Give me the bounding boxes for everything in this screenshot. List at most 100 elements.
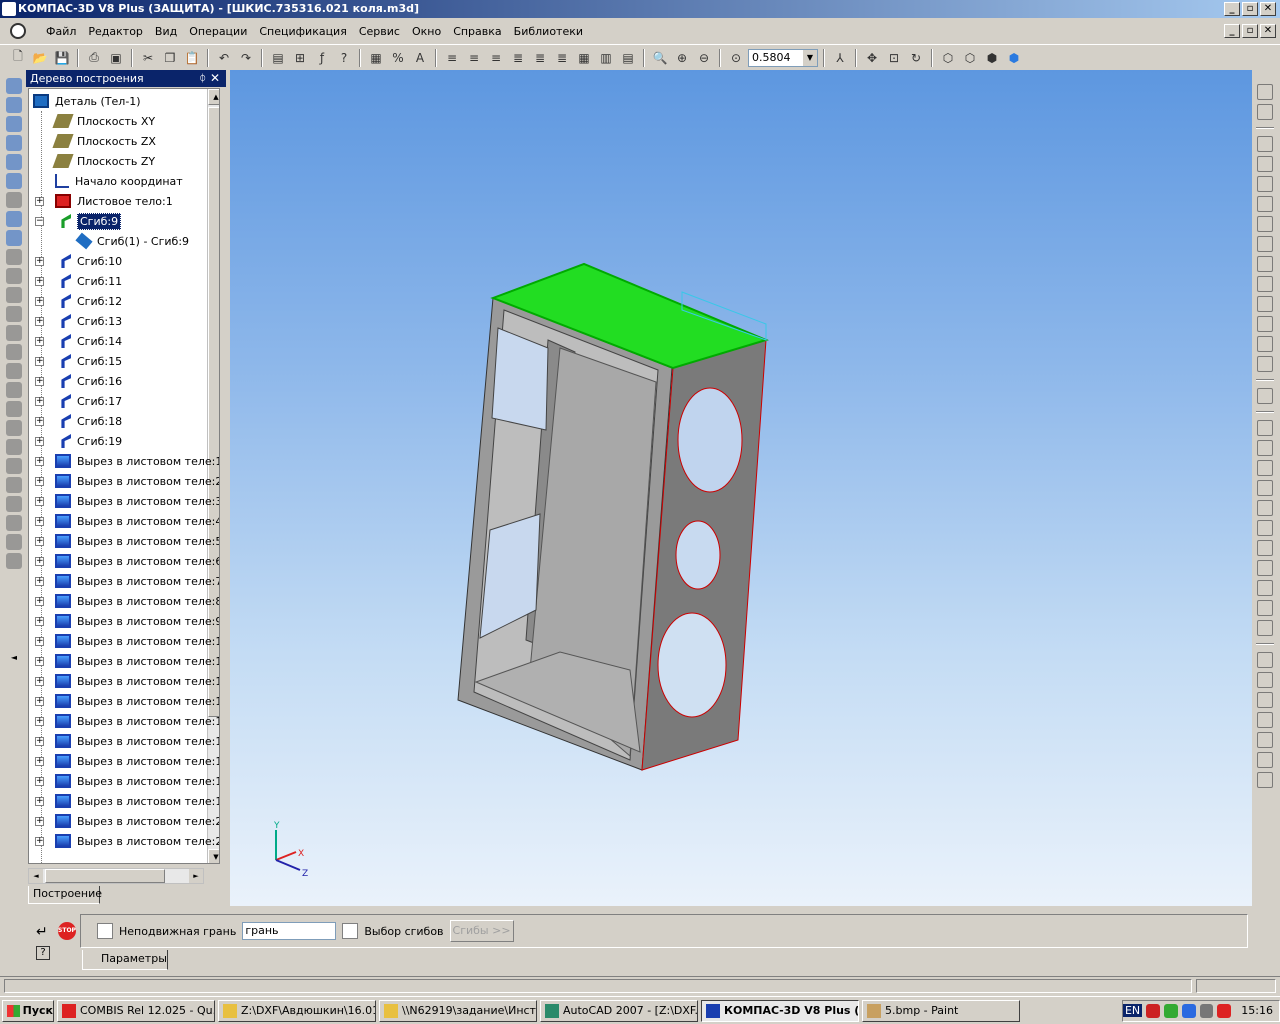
tab-construction[interactable]: Построение: [28, 886, 102, 904]
expand-icon[interactable]: +: [35, 436, 44, 446]
expand-icon[interactable]: +: [35, 276, 44, 286]
measure-icon[interactable]: %: [388, 48, 408, 68]
tree-item[interactable]: + Сгиб:10: [35, 251, 122, 271]
tool-sheetmetal-icon[interactable]: [6, 230, 22, 246]
sketch-rect-icon[interactable]: [1257, 296, 1273, 312]
tool-scale-icon[interactable]: [1257, 480, 1273, 496]
minimize-button[interactable]: _: [1224, 2, 1240, 16]
tree-item[interactable]: + Вырез в листовом теле:1: [35, 731, 219, 751]
zoom-scale-input[interactable]: 0.5804 ▼: [748, 48, 818, 67]
scroll-down-icon[interactable]: ▼: [208, 849, 219, 863]
menu-operations[interactable]: Операции: [183, 25, 253, 38]
align2-icon[interactable]: ≡: [464, 48, 484, 68]
tree-item[interactable]: + Вырез в листовом теле:1: [35, 751, 219, 771]
tree-item[interactable]: Плоскость ZY: [52, 151, 155, 171]
expand-icon[interactable]: +: [35, 656, 44, 666]
model-viewport[interactable]: Y X Z: [230, 70, 1252, 906]
taskbar-item[interactable]: 5.bmp - Paint: [862, 999, 1020, 1022]
bend-select-icon[interactable]: [342, 923, 359, 939]
tree-item[interactable]: + Вырез в листовом теле:1: [35, 791, 219, 811]
tree-item[interactable]: Плоскость XY: [52, 111, 155, 131]
tray-icon[interactable]: [1199, 1003, 1214, 1018]
tree-item[interactable]: + Вырез в листовом теле:4: [35, 511, 219, 531]
tool-rib4-icon[interactable]: [6, 534, 22, 550]
bends-button[interactable]: Сгибы >>: [449, 920, 514, 942]
new-icon[interactable]: 🗋: [8, 48, 28, 68]
sketch-line-icon[interactable]: [1257, 104, 1273, 120]
taskbar-item[interactable]: COMBIS Rel 12.025 - Qu...: [57, 999, 215, 1022]
orient-icon[interactable]: ⅄: [830, 48, 850, 68]
expand-icon[interactable]: +: [35, 396, 44, 406]
fixed-face-input[interactable]: грань: [242, 922, 337, 940]
tool-offset-icon[interactable]: [1257, 620, 1273, 636]
tool-hole2-icon[interactable]: [6, 344, 22, 360]
expand-icon[interactable]: +: [35, 696, 44, 706]
menu-help[interactable]: Справка: [447, 25, 507, 38]
expand-icon[interactable]: +: [35, 356, 44, 366]
tree-item[interactable]: + Вырез в листовом теле:2: [35, 811, 219, 831]
shaded-edges-icon[interactable]: ⬢: [1004, 48, 1024, 68]
table2-icon[interactable]: ▥: [596, 48, 616, 68]
tree-item[interactable]: + Вырез в листовом теле:9: [35, 611, 219, 631]
sketch-spiral-icon[interactable]: [1257, 216, 1273, 232]
tree-item[interactable]: + Сгиб:17: [35, 391, 122, 411]
align3-icon[interactable]: ≡: [486, 48, 506, 68]
tool-bend3-icon[interactable]: [6, 306, 22, 322]
tool-edit2-icon[interactable]: [1257, 388, 1273, 404]
sketch-point-icon[interactable]: [1257, 84, 1273, 100]
more-tools-icon[interactable]: ◄: [11, 653, 17, 662]
tool-surface-icon[interactable]: [6, 116, 22, 132]
expand-icon[interactable]: +: [35, 576, 44, 586]
tool-corner-icon[interactable]: [6, 439, 22, 455]
tree-item[interactable]: + Сгиб:13: [35, 311, 122, 331]
tool-mirror-icon[interactable]: [1257, 500, 1273, 516]
hidden-lines-icon[interactable]: ⬡: [960, 48, 980, 68]
doc-close-button[interactable]: ✕: [1260, 24, 1276, 38]
zoom-in-icon[interactable]: ⊕: [672, 48, 692, 68]
paste-icon[interactable]: 📋: [182, 48, 202, 68]
tree-item[interactable]: + Вырез в листовом теле:3: [35, 491, 219, 511]
language-indicator[interactable]: EN: [1122, 1004, 1143, 1017]
paste-special-icon[interactable]: ▦: [366, 48, 386, 68]
open-icon[interactable]: 📂: [30, 48, 50, 68]
cut-icon[interactable]: ✂: [138, 48, 158, 68]
tool-spec-icon[interactable]: [6, 192, 22, 208]
expand-icon[interactable]: +: [35, 836, 44, 846]
sketch-spline-icon[interactable]: [1257, 196, 1273, 212]
tree-item[interactable]: + Вырез в листовом теле:1: [35, 651, 219, 671]
expand-icon[interactable]: +: [35, 816, 44, 826]
expand-icon[interactable]: +: [35, 496, 44, 506]
tray-icon[interactable]: [1146, 1003, 1160, 1018]
tool-louver-icon[interactable]: [6, 382, 22, 398]
hscroll-thumb[interactable]: [45, 869, 165, 883]
tool-hole-icon[interactable]: [6, 325, 22, 341]
print-icon[interactable]: ⎙: [84, 48, 104, 68]
menu-file[interactable]: Файл: [40, 25, 82, 38]
expand-icon[interactable]: +: [35, 376, 44, 386]
tool-curve-icon[interactable]: [6, 97, 22, 113]
tool-corner2-icon[interactable]: [6, 458, 22, 474]
menu-service[interactable]: Сервис: [353, 25, 406, 38]
save-icon[interactable]: 💾: [52, 48, 72, 68]
sketch-arc-icon[interactable]: [1257, 156, 1273, 172]
doc-restore-button[interactable]: ▫: [1242, 24, 1258, 38]
tree-item[interactable]: + Вырез в листовом теле:1: [35, 451, 219, 471]
tool-array2-icon[interactable]: [1257, 520, 1273, 536]
tool-dim4-icon[interactable]: [1257, 712, 1273, 728]
tree-item[interactable]: + Вырез в листовом теле:1: [35, 691, 219, 711]
expand-icon[interactable]: +: [35, 616, 44, 626]
enter-icon[interactable]: ↵: [36, 924, 48, 940]
tray-icon[interactable]: [1163, 1003, 1178, 1018]
tool-dim6-icon[interactable]: [1257, 752, 1273, 768]
model-canvas[interactable]: Y X Z: [230, 70, 1252, 906]
stop-icon[interactable]: STOP: [58, 922, 76, 940]
menu-editor[interactable]: Редактор: [82, 25, 149, 38]
tool-rib2-icon[interactable]: [6, 496, 22, 512]
expand-icon[interactable]: +: [35, 336, 44, 346]
tree-icon[interactable]: ⊞: [290, 48, 310, 68]
tool-edit-icon[interactable]: [6, 78, 22, 94]
tool-dim7-icon[interactable]: [1257, 772, 1273, 788]
scroll-left-icon[interactable]: ◄: [29, 869, 43, 883]
tree-item[interactable]: Начало координат: [55, 171, 183, 191]
tool-dim-icon[interactable]: [1257, 652, 1273, 668]
